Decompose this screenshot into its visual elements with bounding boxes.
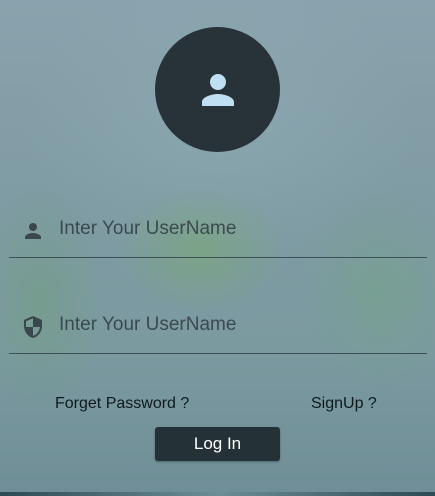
login-button[interactable]: Log In	[155, 427, 280, 461]
password-input[interactable]	[59, 309, 419, 341]
forgot-password-link[interactable]: Forget Password ?	[55, 395, 189, 413]
avatar	[155, 27, 280, 152]
signup-link[interactable]: SignUp ?	[311, 395, 377, 413]
password-field	[9, 301, 427, 354]
person-icon	[201, 73, 234, 106]
username-input[interactable]	[59, 213, 419, 245]
login-screen: Forget Password ? SignUp ? Log In	[0, 0, 435, 496]
person-icon	[25, 223, 41, 239]
shield-icon	[24, 316, 42, 338]
username-field	[9, 205, 427, 258]
